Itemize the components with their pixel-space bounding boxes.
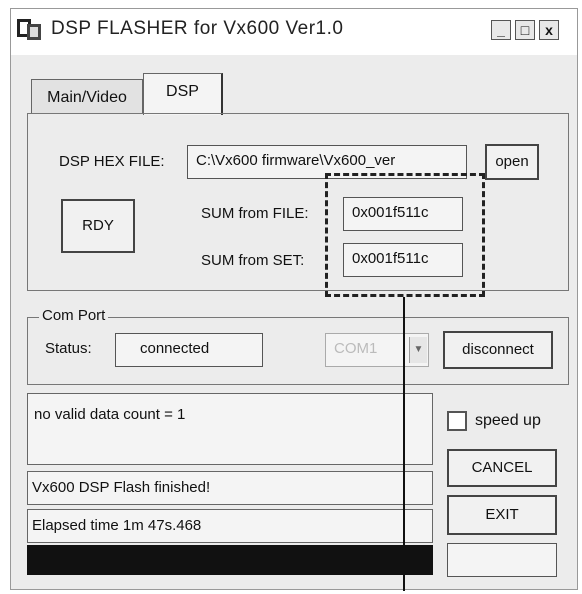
dsp-hex-file-label: DSP HEX FILE:	[59, 153, 165, 170]
minimize-button[interactable]: _	[491, 20, 511, 40]
callout-line	[403, 297, 405, 591]
sum-from-set-label: SUM from SET:	[201, 252, 305, 269]
tab-main-video[interactable]: Main/Video	[31, 79, 143, 113]
com-port-label: Com Port	[39, 307, 109, 324]
log-message-1: no valid data count = 1	[34, 406, 186, 423]
chevron-down-icon[interactable]: ▼	[409, 337, 427, 363]
progress-bar	[27, 545, 433, 575]
checksum-highlight-box	[325, 173, 485, 297]
log-box: no valid data count = 1	[27, 393, 433, 465]
status-line-2: Elapsed time 1m 47s.468	[27, 509, 433, 543]
tab-dsp[interactable]: DSP	[143, 73, 223, 115]
title-bar[interactable]: DSP FLASHER for Vx600 Ver1.0 _ □ x	[11, 9, 577, 55]
sum-from-file-label: SUM from FILE:	[201, 205, 309, 222]
maximize-button[interactable]: □	[515, 20, 535, 40]
side-status-box	[447, 543, 557, 577]
disconnect-button[interactable]: disconnect	[443, 331, 553, 369]
status-field: connected	[115, 333, 263, 367]
window-title: DSP FLASHER for Vx600 Ver1.0	[51, 18, 344, 39]
speed-up-label: speed up	[475, 412, 541, 429]
status-label: Status:	[45, 340, 92, 357]
app-window: DSP FLASHER for Vx600 Ver1.0 _ □ x Main/…	[10, 8, 578, 591]
log-message-3: Elapsed time 1m 47s.468	[32, 517, 202, 534]
rdy-button[interactable]: RDY	[61, 199, 135, 253]
close-button[interactable]: x	[539, 20, 559, 40]
cancel-button[interactable]: CANCEL	[447, 449, 557, 487]
speed-up-checkbox[interactable]	[447, 411, 467, 431]
app-icon	[17, 19, 41, 40]
log-message-2: Vx600 DSP Flash finished!	[32, 479, 211, 496]
open-button[interactable]: open	[485, 144, 539, 180]
exit-button[interactable]: EXIT	[447, 495, 557, 535]
status-line-1: Vx600 DSP Flash finished!	[27, 471, 433, 505]
